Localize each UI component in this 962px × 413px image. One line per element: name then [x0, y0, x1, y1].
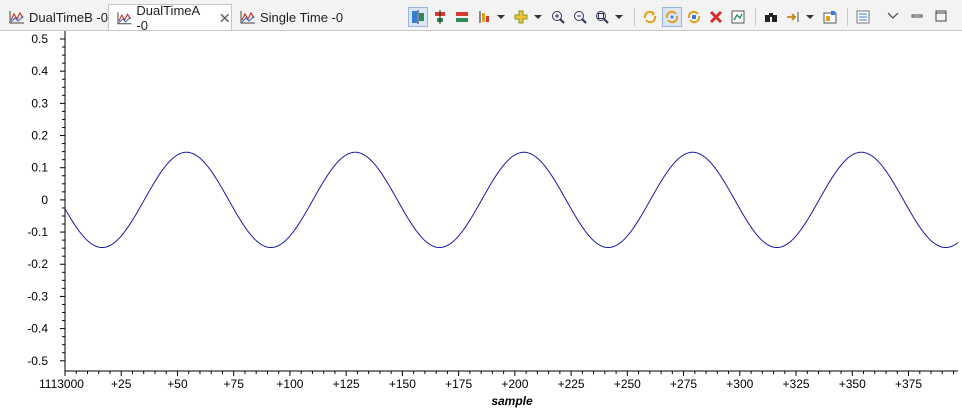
minimize-icon[interactable] — [908, 8, 926, 24]
maximize-icon[interactable] — [932, 8, 950, 24]
tab-bar: DualTimeB -0 DualTimeA -0 Single Time -0 — [0, 0, 962, 33]
y-tick-label: 0.3 — [31, 96, 48, 110]
toolbar-separator — [634, 8, 635, 26]
x-tick-label: +375 — [895, 377, 922, 391]
x-tick-label: +275 — [670, 377, 697, 391]
toolbar-separator — [755, 8, 756, 26]
y-axis: 0.5 0.4 0.3 0.2 0.1 0 -0.1 -0.2 -0.3 -0.4 -0.5 — [27, 31, 66, 371]
x-tick-label: +300 — [726, 377, 753, 391]
toolbar-separator — [847, 8, 848, 26]
chart: 0.5 0.4 0.3 0.2 0.1 0 -0.1 -0.2 -0.3 -0.4 -0.5 111… — [27, 31, 959, 408]
x-tick-label: +100 — [276, 377, 303, 391]
y-tick-label: 0.5 — [31, 32, 48, 46]
tab-single-time[interactable]: Single Time -0 — [232, 4, 350, 30]
zoom-out-icon[interactable] — [570, 7, 590, 27]
x-tick-label: +50 — [167, 377, 188, 391]
x-tick-label: +150 — [389, 377, 416, 391]
graph-icon — [117, 11, 132, 24]
x-tick-label: +75 — [224, 377, 245, 391]
tab-dualtimeb[interactable]: DualTimeB -0 — [1, 4, 108, 30]
refresh-icon[interactable] — [640, 7, 660, 27]
y-tick-label: 0.1 — [31, 161, 48, 175]
graph-properties-icon[interactable] — [728, 7, 748, 27]
snapshot-icon[interactable] — [820, 7, 840, 27]
tab-label: Single Time -0 — [260, 9, 344, 25]
add-icon[interactable] — [511, 7, 531, 27]
list-icon[interactable] — [853, 7, 873, 27]
center-markers-icon[interactable] — [430, 7, 450, 27]
x-axis: 1113000 +25 +50 +75 +100 +125 +150 +175 +200 +225… — [39, 370, 958, 391]
x-tick-label: +250 — [614, 377, 641, 391]
graph-icon — [240, 11, 255, 24]
delete-icon[interactable] — [706, 7, 726, 27]
x-tick-label: +325 — [783, 377, 810, 391]
tab-dualtimea[interactable]: DualTimeA -0 — [108, 2, 232, 33]
binoculars-icon[interactable] — [761, 7, 781, 27]
y-tick-label: 0.2 — [31, 129, 48, 143]
tab-label: DualTimeA -0 — [136, 2, 200, 33]
y-tick-label: -0.5 — [27, 354, 48, 368]
y-tick-label: 0.4 — [31, 64, 48, 78]
graph-icon — [9, 11, 24, 24]
x-tick-label: +175 — [445, 377, 472, 391]
y-tick-label: -0.3 — [27, 289, 48, 303]
close-icon[interactable] — [219, 12, 231, 24]
refresh-all-icon[interactable] — [684, 7, 704, 27]
x-tick-label: +200 — [501, 377, 528, 391]
x-tick-label: +125 — [333, 377, 360, 391]
export-icon[interactable] — [783, 7, 803, 27]
view-controls — [878, 8, 950, 24]
toolbar — [408, 6, 875, 28]
auto-refresh-icon[interactable] — [662, 7, 682, 27]
y-tick-label: -0.4 — [27, 322, 48, 336]
x-tick-label: +25 — [111, 377, 132, 391]
y-tick-label: -0.1 — [27, 225, 48, 239]
zoom-in-icon[interactable] — [548, 7, 568, 27]
x-tick-label: +225 — [558, 377, 585, 391]
x-tick-label: +350 — [839, 377, 866, 391]
view-menu-icon[interactable] — [884, 8, 902, 24]
align-markers-icon[interactable] — [408, 7, 428, 27]
chevron-down-icon[interactable] — [615, 15, 623, 19]
zoom-fit-icon[interactable] — [592, 7, 612, 27]
y-tick-label: -0.2 — [27, 257, 48, 271]
x-tick-label: 1113000 — [39, 377, 84, 391]
chevron-down-icon[interactable] — [497, 15, 505, 19]
y-tick-label: 0 — [41, 193, 48, 207]
fit-markers-icon[interactable] — [452, 7, 472, 27]
chevron-down-icon[interactable] — [534, 15, 542, 19]
tab-label: DualTimeB -0 — [29, 9, 108, 25]
chevron-down-icon[interactable] — [806, 15, 814, 19]
x-axis-label: sample — [491, 394, 533, 408]
insert-marker-icon[interactable] — [474, 7, 494, 27]
series-line — [64, 151, 959, 249]
